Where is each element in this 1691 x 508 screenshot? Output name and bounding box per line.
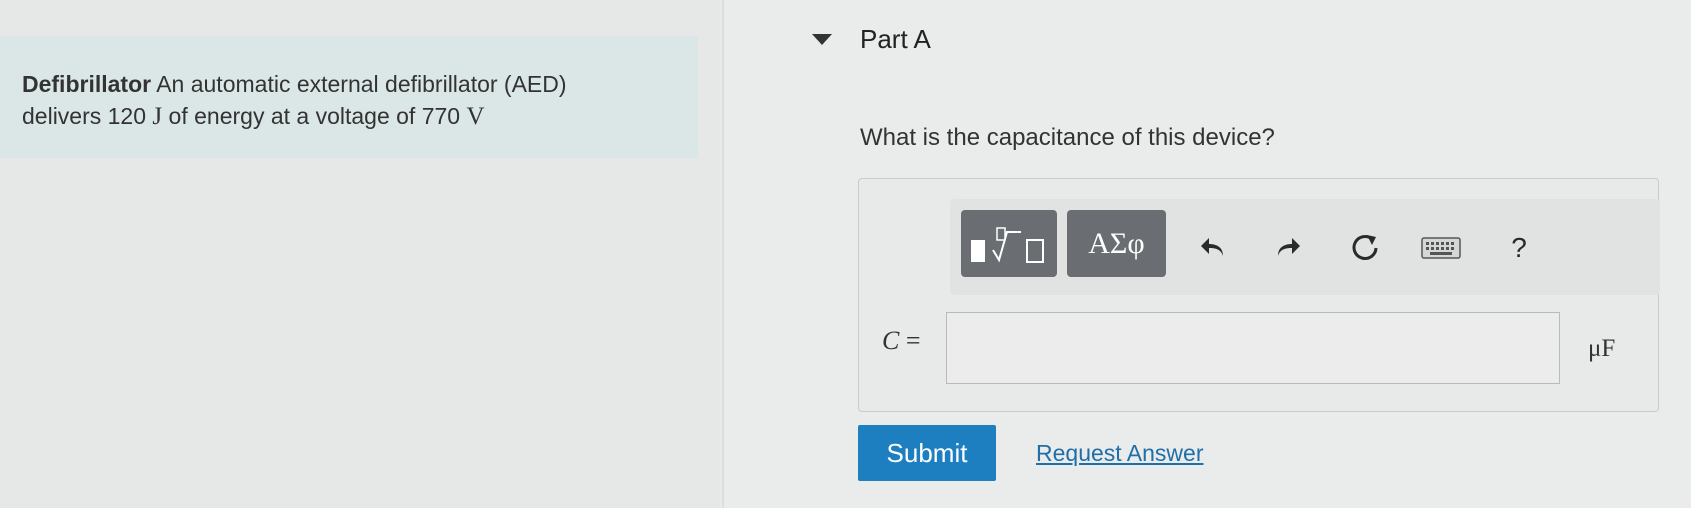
problem-line1: An automatic external defibrillator (AED… <box>156 71 567 97</box>
submit-button[interactable]: Submit <box>858 425 996 481</box>
energy-unit: J <box>152 103 163 130</box>
undo-icon <box>1201 238 1223 256</box>
reset-button[interactable] <box>1345 228 1385 268</box>
problem-line2-middle: of energy at a voltage of 770 <box>168 103 461 129</box>
templates-button[interactable] <box>961 210 1057 277</box>
caret-down-icon <box>812 34 832 45</box>
help-button[interactable]: ? <box>1499 228 1539 268</box>
problem-pane: Defibrillator An automatic external defi… <box>0 0 720 508</box>
answer-label: C = <box>882 326 921 356</box>
capacitance-input[interactable] <box>946 312 1560 384</box>
reset-icon <box>1352 235 1378 260</box>
templates-radical-icon <box>971 226 1044 263</box>
part-a-toggle[interactable]: Part A <box>812 24 931 55</box>
answer-equals: = <box>905 326 921 355</box>
keyboard-button[interactable] <box>1419 228 1463 268</box>
undo-button[interactable] <box>1193 228 1233 268</box>
answer-unit: μF <box>1588 335 1616 362</box>
problem-statement: Defibrillator An automatic external defi… <box>22 68 682 133</box>
problem-title: Defibrillator <box>22 71 152 97</box>
part-title: Part A <box>860 24 931 54</box>
answer-variable: C <box>882 326 900 355</box>
problem-line2-prefix: delivers 120 <box>22 103 147 129</box>
voltage-unit: V <box>466 103 485 130</box>
request-answer-link[interactable]: Request Answer <box>1036 440 1203 467</box>
page: Defibrillator An automatic external defi… <box>0 0 1691 508</box>
symbols-button[interactable]: ΑΣφ <box>1067 210 1166 277</box>
redo-button[interactable] <box>1268 228 1308 268</box>
redo-icon <box>1278 238 1300 256</box>
keyboard-icon <box>1421 237 1461 259</box>
help-label: ? <box>1511 232 1527 263</box>
question-text: What is the capacitance of this device? <box>860 124 1275 151</box>
symbols-label: ΑΣφ <box>1088 226 1145 260</box>
